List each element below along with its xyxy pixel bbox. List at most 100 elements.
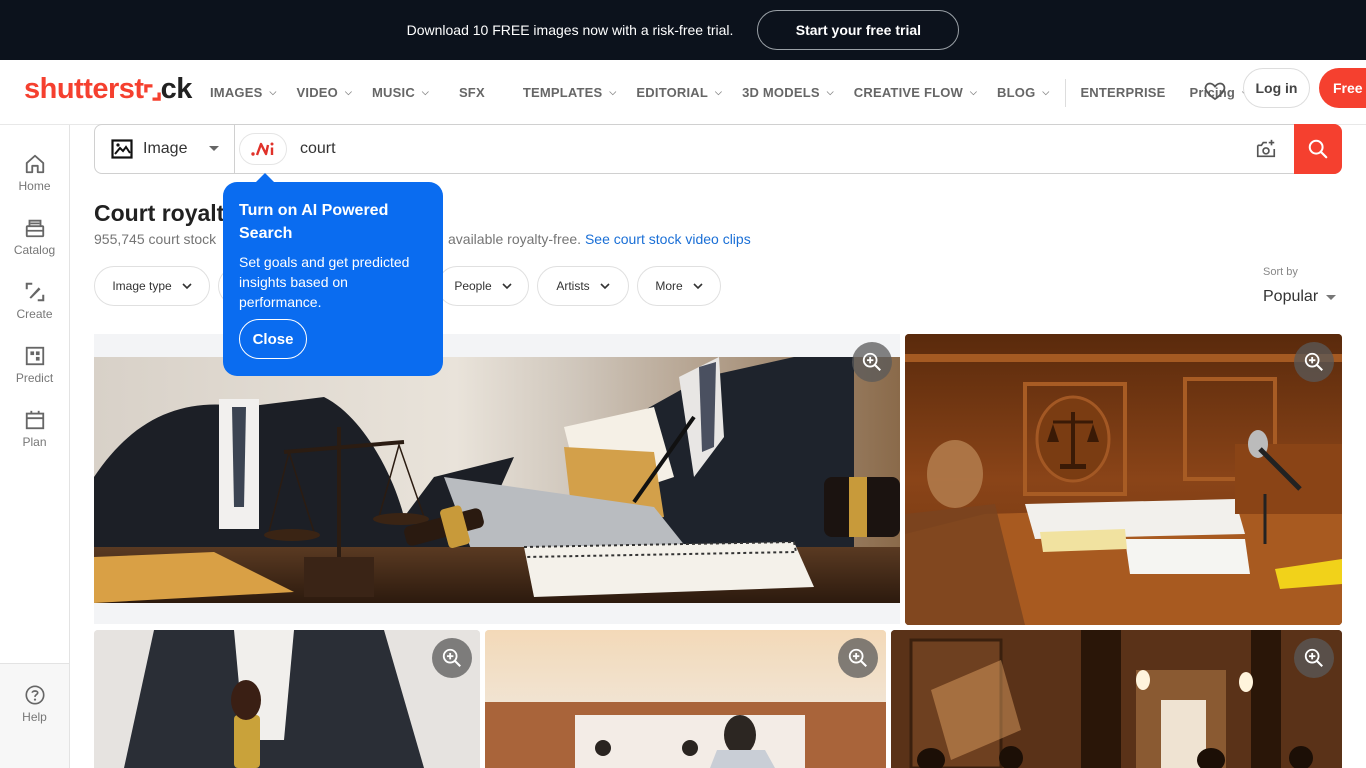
nav-music[interactable]: MUSIC ⌵ [372,85,429,100]
start-free-trial-button[interactable]: Start your free trial [757,10,960,50]
filter-label: Artists [556,279,590,293]
chevron-down-icon: ⌵ [715,87,723,97]
filter-label: Image type [112,279,172,293]
sidebar-item-predict[interactable]: Predict [0,345,69,385]
filter-artists[interactable]: Artists [537,266,629,306]
nav-label: TEMPLATES [522,85,603,100]
chevron-down-icon: ⌵ [970,87,978,97]
filter-label: People [454,279,492,293]
sidebar-item-home[interactable]: Home [0,153,69,193]
sort-by-label: Sort by [1263,266,1298,278]
lawyers-scales-gavel-image [94,357,900,603]
logo-text-red: shutterst [24,73,144,105]
popover-title: Turn on AI Powered Search [239,202,389,242]
filter-more[interactable]: More [637,266,721,306]
sort-value: Popular [1263,288,1319,305]
nav-enterprise[interactable]: ENTERPRISE [1080,85,1165,100]
zoom-in-icon [1304,352,1323,371]
left-sidebar: Home Catalog Create Predict Plan Help [0,125,70,768]
nav-label: EDITORIAL [636,85,709,100]
sidebar-label: Catalog [13,243,56,257]
chevron-down-icon: ⌵ [344,87,353,97]
results-availability: available royalty-free. [448,231,582,247]
ai-search-popover: Turn on AI Powered Search Set goals and … [223,173,443,376]
site-header: shutterst ck IMAGES ⌵ VIDEO ⌵ MUSIC ⌵ SFX TE… [0,60,1366,125]
login-button[interactable]: Log in [1243,68,1310,108]
results-count-continued: available royalty-free. See court stock … [448,231,751,247]
create-icon [25,282,44,302]
search-icon [1308,139,1328,159]
nav-creative-flow[interactable]: CREATIVE FLOW ⌵ [854,85,977,100]
nav-sfx[interactable]: SFX [459,85,485,100]
sidebar-item-create[interactable]: Create [0,281,69,321]
ai-search-toggle[interactable] [239,133,287,165]
image-result[interactable] [891,630,1342,768]
promo-text: Download 10 FREE images now with a risk-… [406,22,734,38]
nav-label: ENTERPRISE [1080,85,1166,100]
results-count: 955,745 court stock [94,231,217,247]
image-result[interactable] [94,334,900,624]
filter-people[interactable]: People [437,266,529,306]
woman-with-gavel-image [94,630,480,768]
nav-editorial[interactable]: EDITORIAL ⌵ [636,85,722,100]
zoom-in-icon [848,648,867,667]
nav-label: BLOG [997,85,1036,100]
zoom-in-icon [1304,648,1323,667]
camera-search-icon[interactable] [1255,138,1277,160]
free-trial-button[interactable]: Free trial [1319,68,1366,108]
chevron-down-icon [502,283,512,290]
chevron-down-icon: ⌵ [1042,87,1050,97]
sidebar-item-help[interactable]: Help [0,684,69,724]
nav-blog[interactable]: BLOG ⌵ [997,85,1049,100]
nav-images[interactable]: IMAGES ⌵ [210,85,277,100]
image-result[interactable] [485,630,886,768]
sidebar-item-catalog[interactable]: Catalog [0,217,69,257]
nav-video[interactable]: VIDEO ⌵ [297,85,353,100]
sidebar-item-plan[interactable]: Plan [0,409,69,449]
zoom-preview-button[interactable] [838,638,878,678]
nav-3d-models[interactable]: 3D MODELS ⌵ [742,85,834,100]
ai-logo-icon [251,142,274,156]
search-type-label: Image [143,140,188,157]
nav-label: CREATIVE FLOW [853,85,964,100]
sort-dropdown[interactable]: Popular [1263,288,1337,306]
chevron-down-icon [182,283,192,290]
image-result[interactable] [905,334,1342,625]
chevron-down-icon: ⌵ [826,87,834,97]
courtroom-interior-image [891,630,1342,768]
caret-down-icon [209,146,219,151]
sidebar-label: Help [22,710,47,724]
image-result[interactable] [94,630,480,768]
zoom-in-icon [862,352,881,371]
search-bar: Image [94,124,1342,174]
favorites-heart-icon[interactable] [1203,79,1227,103]
nav-label: MUSIC [372,85,415,100]
chevron-down-icon [600,283,610,290]
sidebar-bottom: Help [0,663,69,768]
courtroom-bench-image [905,334,1342,625]
video-clips-link[interactable]: See court stock video clips [585,231,751,247]
sidebar-label: Plan [22,435,47,449]
nav-templates[interactable]: TEMPLATES ⌵ [523,85,617,100]
chevron-down-icon: ⌵ [269,87,277,97]
shutterstock-logo[interactable]: shutterst ck [24,73,192,106]
chevron-down-icon [693,283,703,290]
main-nav: IMAGES ⌵ VIDEO ⌵ MUSIC ⌵ SFX TEMPLATES ⌵ EDI… [210,60,1269,125]
home-icon [25,154,44,174]
sidebar-label: Predict [15,371,54,385]
zoom-preview-button[interactable] [1294,342,1334,382]
sidebar-label: Create [16,307,53,321]
nav-label: IMAGES [210,85,263,100]
zoom-preview-button[interactable] [1294,638,1334,678]
nav-divider [1065,78,1067,107]
search-submit-button[interactable] [1294,124,1342,174]
search-input[interactable] [300,135,1240,163]
filter-image-type[interactable]: Image type [94,266,210,306]
zoom-in-icon [442,648,461,667]
zoom-preview-button[interactable] [852,342,892,382]
zoom-preview-button[interactable] [432,638,472,678]
popover-close-button[interactable]: Close [239,319,307,359]
chevron-down-icon: ⌵ [609,87,617,97]
search-type-dropdown[interactable]: Image [95,125,235,173]
help-icon [24,685,45,705]
